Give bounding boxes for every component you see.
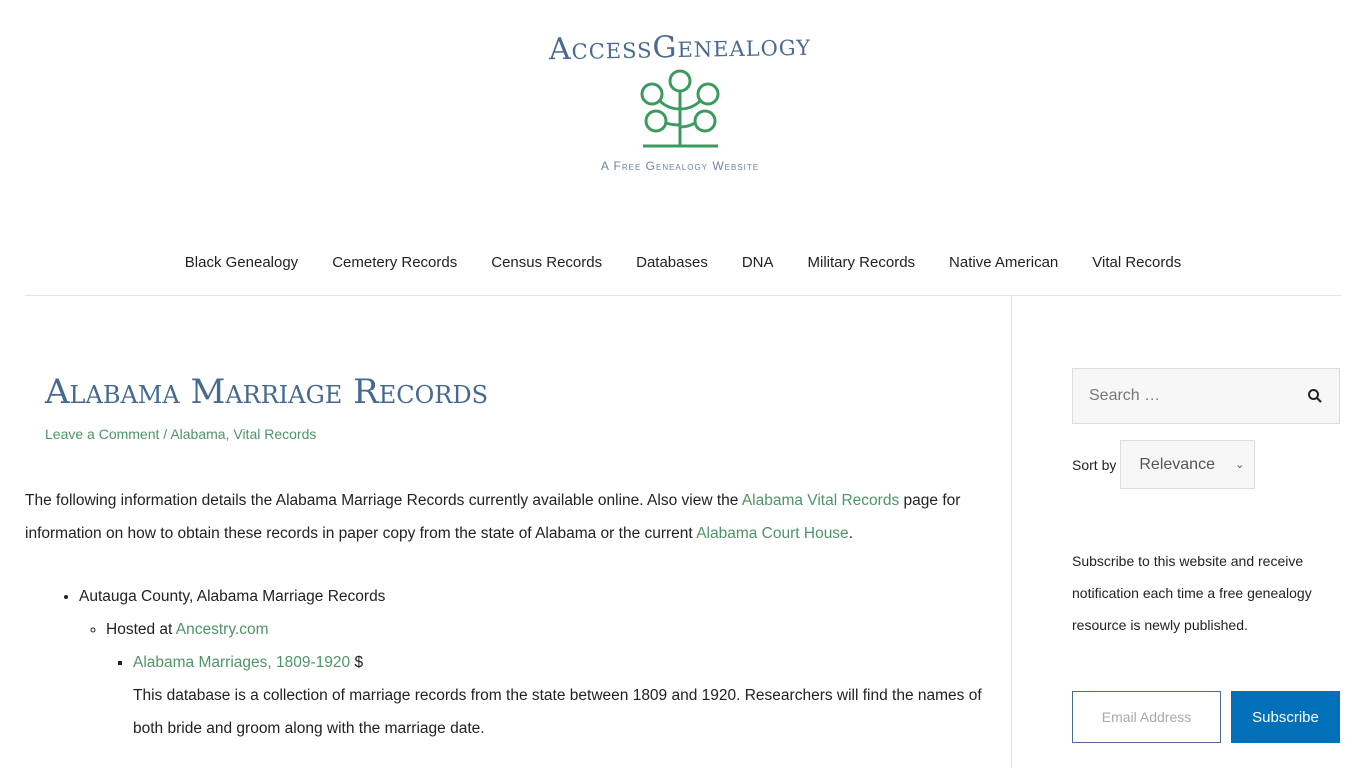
site-logo[interactable]: AccessGenealogy A Free Genealogy Website	[540, 27, 820, 173]
alabama-vital-records-link[interactable]: Alabama Vital Records	[742, 492, 899, 509]
sidebar: Search … Sort by Relevance ⌄ Subscribe to…	[1072, 368, 1340, 743]
list-item: Autauga County, Alabama Marriage Records…	[79, 580, 1015, 745]
hosted-label: Hosted at	[106, 621, 176, 638]
county-label: Autauga County, Alabama Marriage Records	[79, 588, 386, 605]
site-name: AccessGenealogy	[548, 27, 812, 68]
nav-vital-records[interactable]: Vital Records	[1092, 254, 1181, 271]
nav-dna[interactable]: DNA	[742, 254, 774, 271]
alabama-court-house-link[interactable]: Alabama Court House	[696, 525, 849, 542]
cost-indicator: $	[350, 654, 364, 671]
text: .	[848, 525, 853, 542]
text: The following information details the Al…	[25, 492, 742, 509]
nav-census-records[interactable]: Census Records	[491, 254, 602, 271]
subscribe-form: Email Address Subscribe	[1072, 691, 1340, 743]
email-field[interactable]: Email Address	[1072, 691, 1221, 743]
category-alabama-link[interactable]: Alabama	[170, 426, 225, 442]
nav-native-american[interactable]: Native American	[949, 254, 1058, 271]
subscribe-text: Subscribe to this website and receive no…	[1072, 553, 1312, 633]
subscribe-button[interactable]: Subscribe	[1231, 691, 1340, 743]
search-placeholder: Search …	[1089, 387, 1161, 404]
leave-comment-link[interactable]: Leave a Comment	[45, 426, 159, 442]
family-tree-icon	[640, 69, 720, 148]
article-content: The following information details the Al…	[25, 484, 1015, 745]
category-vital-records-link[interactable]: Vital Records	[233, 426, 316, 442]
sort-control: Sort by Relevance ⌄	[1072, 440, 1340, 489]
search-icon[interactable]	[1307, 388, 1323, 404]
records-list: Autauga County, Alabama Marriage Records…	[25, 580, 1015, 745]
nav-cemetery-records[interactable]: Cemetery Records	[332, 254, 457, 271]
post-meta: Leave a Comment / Alabama, Vital Records	[45, 426, 316, 442]
list-item: Alabama Marriages, 1809-1920 $ This datab…	[133, 646, 1015, 745]
main-nav: Black Genealogy Cemetery Records Census …	[0, 254, 1366, 271]
header-divider	[25, 295, 1341, 296]
intro-paragraph: The following information details the Al…	[25, 484, 1015, 550]
nav-military-records[interactable]: Military Records	[808, 254, 916, 271]
nav-databases[interactable]: Databases	[636, 254, 708, 271]
chevron-down-icon: ⌄	[1235, 459, 1245, 471]
sort-label: Sort by	[1072, 456, 1117, 473]
list-item: Hosted at Ancestry.com Alabama Marriages…	[106, 613, 1015, 745]
sort-select[interactable]: Relevance ⌄	[1120, 440, 1256, 489]
sort-value: Relevance	[1139, 455, 1215, 473]
email-placeholder: Email Address	[1101, 709, 1192, 725]
separator: /	[159, 426, 171, 442]
alabama-marriages-link[interactable]: Alabama Marriages, 1809-1920	[133, 654, 350, 671]
ancestry-link[interactable]: Ancestry.com	[176, 621, 269, 638]
page-title: Alabama Marriage Records	[45, 372, 489, 412]
search-input[interactable]: Search …	[1072, 368, 1340, 424]
site-tagline: A Free Genealogy Website	[600, 159, 760, 173]
database-description: This database is a collection of marriag…	[133, 687, 982, 737]
nav-black-genealogy[interactable]: Black Genealogy	[185, 254, 298, 271]
